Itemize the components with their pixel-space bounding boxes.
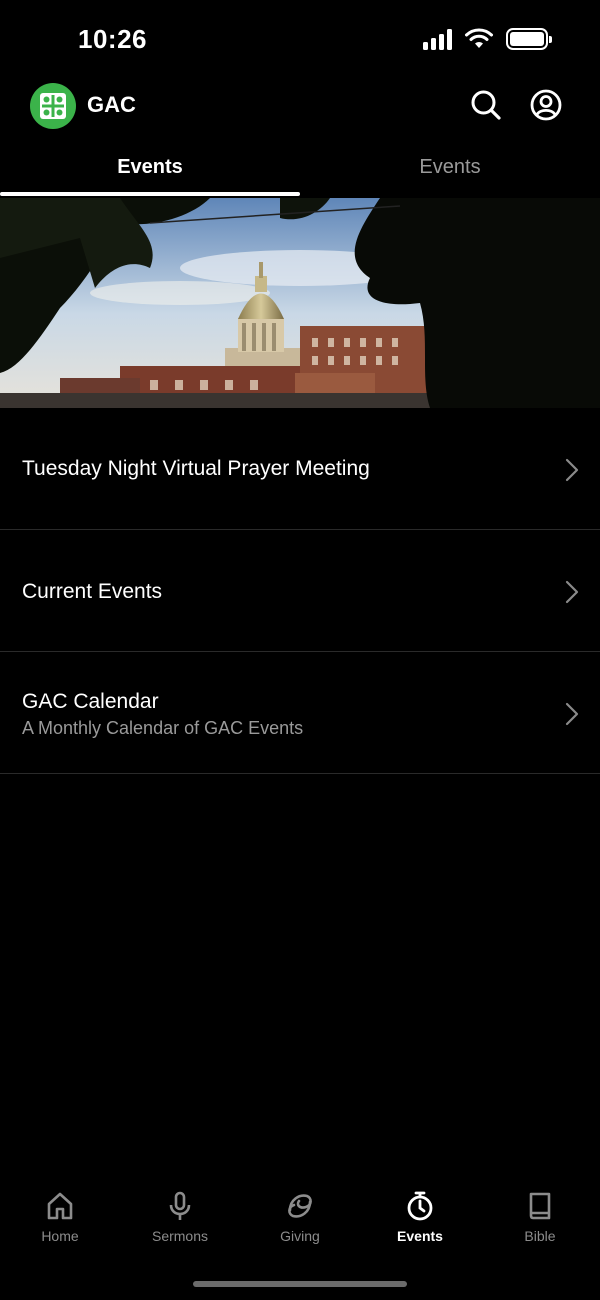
gac-logo-icon[interactable] (30, 83, 76, 129)
book-icon (529, 1192, 551, 1220)
list-item[interactable]: Tuesday Night Virtual Prayer Meeting (0, 408, 600, 530)
wifi-icon (465, 28, 493, 48)
item-title: GAC Calendar (22, 690, 159, 713)
cellular-signal-icon (423, 28, 452, 50)
chevron-right-icon (565, 702, 579, 726)
status-icons (423, 28, 552, 50)
home-icon (47, 1192, 73, 1220)
bottom-tab-bar: Home Sermons Giving Events Bible (0, 1190, 600, 1260)
tabbar-label: Events (397, 1228, 443, 1244)
item-title: Tuesday Night Virtual Prayer Meeting (22, 457, 370, 480)
tabbar-label: Bible (524, 1228, 556, 1244)
tabbar-item-giving[interactable]: Giving (240, 1190, 360, 1260)
tabbar-label: Sermons (151, 1228, 209, 1244)
status-time: 10:26 (78, 24, 147, 54)
giving-icon (288, 1194, 312, 1218)
chevron-right-icon (565, 458, 579, 482)
app-header: GAC (0, 80, 600, 132)
tabbar-item-events[interactable]: Events (360, 1190, 480, 1260)
chevron-right-icon (565, 580, 579, 604)
battery-icon (506, 28, 552, 50)
tabbar-item-home[interactable]: Home (0, 1190, 120, 1260)
list-item[interactable]: Current Events (0, 530, 600, 652)
profile-icon[interactable] (529, 88, 563, 122)
item-title: Current Events (22, 580, 163, 603)
tab-indicator (0, 192, 300, 196)
banner-image (0, 198, 600, 408)
tabbar-item-sermons[interactable]: Sermons (120, 1190, 240, 1260)
microphone-icon (169, 1191, 191, 1220)
tabbar-item-bible[interactable]: Bible (480, 1190, 600, 1260)
item-subtitle: A Monthly Calendar of GAC Events (22, 718, 304, 738)
events-list: Tuesday Night Virtual Prayer Meeting Cur… (0, 408, 600, 774)
status-bar: 10:26 (0, 0, 600, 80)
app-title: GAC (87, 92, 136, 117)
tabbar-label: Home (41, 1228, 79, 1244)
tab-events-secondary[interactable]: Events (300, 146, 600, 196)
stopwatch-icon (407, 1191, 433, 1221)
tabbar-label: Giving (280, 1228, 320, 1244)
list-item[interactable]: GAC Calendar A Monthly Calendar of GAC E… (0, 652, 600, 774)
tab-events-primary[interactable]: Events (0, 146, 300, 196)
home-indicator (193, 1281, 407, 1287)
search-icon[interactable] (469, 88, 503, 122)
top-tabs: Events Events (0, 146, 600, 198)
